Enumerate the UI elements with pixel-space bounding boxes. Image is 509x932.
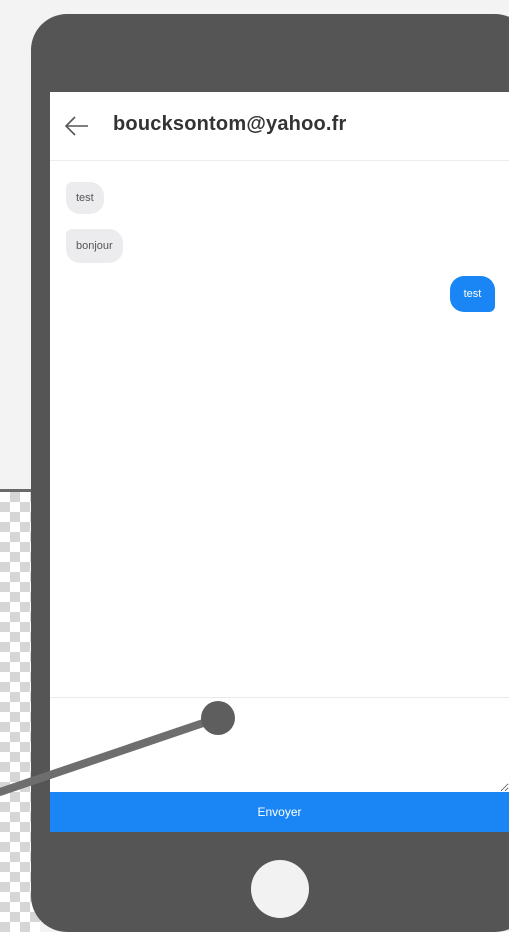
message-composer <box>50 697 509 792</box>
message-input[interactable] <box>50 698 509 792</box>
message-bubble-incoming: bonjour <box>66 229 123 263</box>
send-button[interactable]: Envoyer <box>50 792 509 832</box>
message-bubble-incoming: test <box>66 182 104 214</box>
contact-email-title: boucksontom@yahoo.fr <box>113 113 347 135</box>
phone-screen: boucksontom@yahoo.fr test bonjour test E… <box>50 92 509 832</box>
back-button[interactable] <box>64 114 90 138</box>
message-bubble-outgoing: test <box>450 276 495 312</box>
home-button[interactable] <box>251 860 309 918</box>
chat-header: boucksontom@yahoo.fr <box>50 92 509 161</box>
arrow-left-icon <box>64 116 88 136</box>
